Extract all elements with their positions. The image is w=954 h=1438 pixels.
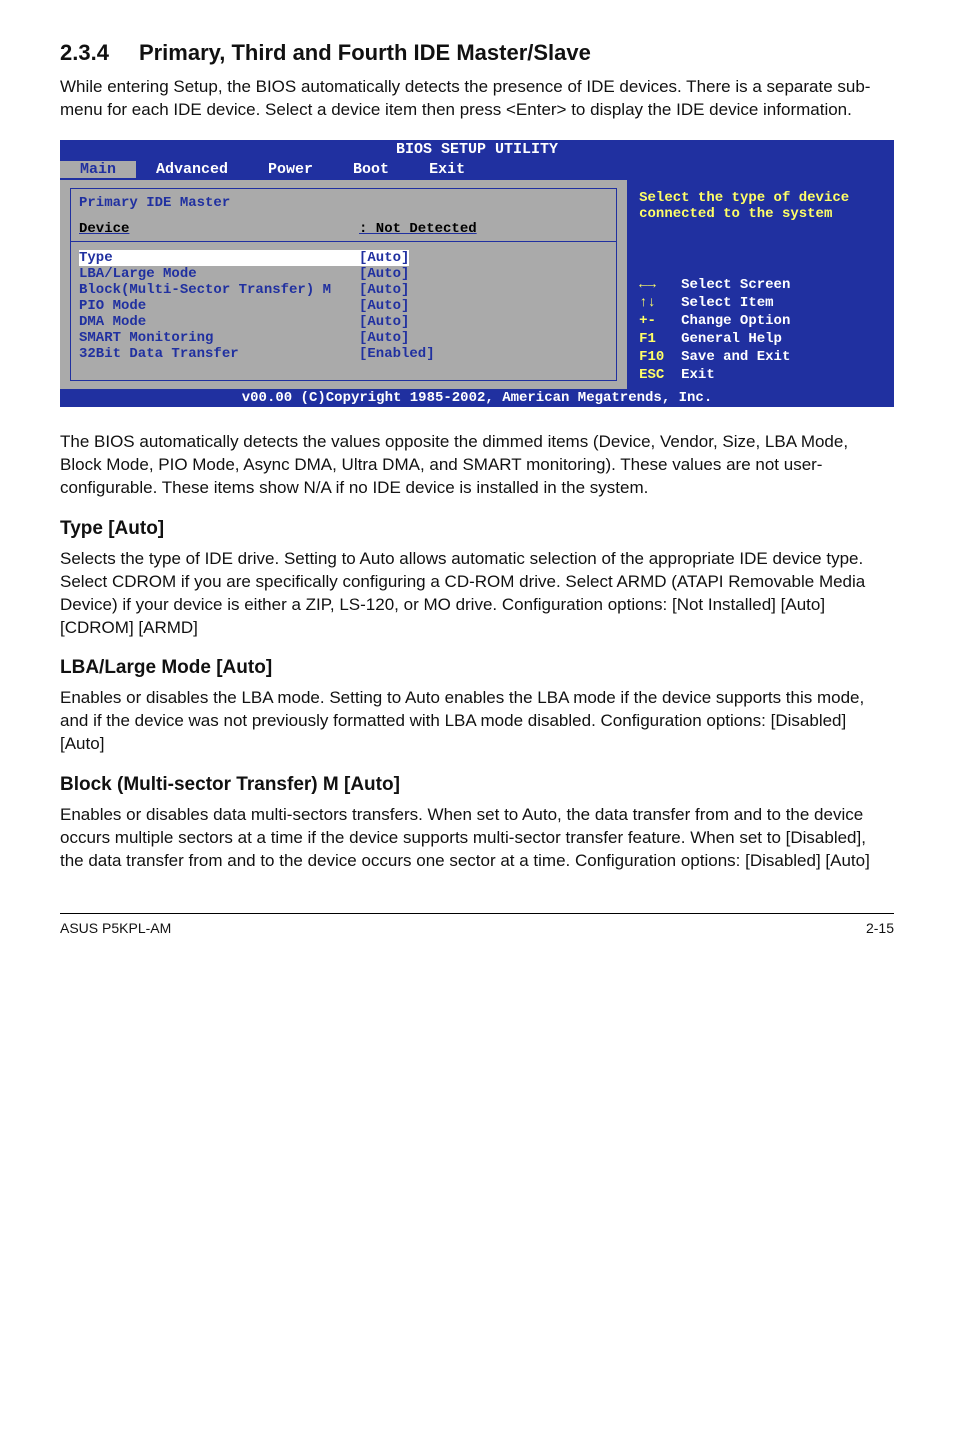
bios-left-panel: Primary IDE Master Device : Not Detected… [60, 180, 627, 389]
bios-option-row[interactable]: SMART Monitoring [Auto] [79, 330, 608, 346]
bios-help-text: Select the type of device connected to t… [637, 184, 884, 228]
bios-screenshot: BIOS SETUP UTILITY Main Advanced Power B… [60, 140, 894, 407]
bios-key-row: F10Save and Exit [639, 349, 882, 365]
bios-option-label: Block(Multi-Sector Transfer) M [79, 282, 359, 298]
bios-option-label: PIO Mode [79, 298, 359, 314]
bios-menu-power[interactable]: Power [248, 161, 333, 178]
bios-menu-exit[interactable]: Exit [409, 161, 485, 178]
subsection-body: Selects the type of IDE drive. Setting t… [60, 548, 894, 640]
bios-option-row[interactable]: Type [Auto] [79, 250, 608, 266]
bios-key: F1 [639, 331, 679, 347]
bios-key-row: ESCExit [639, 367, 882, 383]
bios-option-value: [Auto] [359, 298, 409, 314]
subsection-body: Enables or disables data multi-sectors t… [60, 804, 894, 873]
bios-key: ←→ [639, 277, 679, 293]
after-bios-paragraph: The BIOS automatically detects the value… [60, 431, 894, 500]
bios-key: F10 [639, 349, 679, 365]
bios-body: Primary IDE Master Device : Not Detected… [60, 180, 894, 389]
bios-key-desc: Select Item [681, 295, 882, 311]
bios-device-row: Device : Not Detected [79, 221, 608, 237]
bios-key-row: F1General Help [639, 331, 882, 347]
bios-menu-boot[interactable]: Boot [333, 161, 409, 178]
bios-option-label: DMA Mode [79, 314, 359, 330]
bios-key-help: ←→Select Screen ↑↓Select Item +-Change O… [637, 275, 884, 385]
bios-options-list: Type [Auto] LBA/Large Mode [Auto] Block(… [79, 250, 608, 362]
bios-option-row[interactable]: LBA/Large Mode [Auto] [79, 266, 608, 282]
bios-panel-title: Primary IDE Master [79, 195, 608, 211]
page-footer: ASUS P5KPL-AM 2-15 [60, 914, 894, 936]
footer-product: ASUS P5KPL-AM [60, 920, 171, 936]
bios-inner-box: Primary IDE Master Device : Not Detected… [70, 188, 617, 381]
bios-key-row: +-Change Option [639, 313, 882, 329]
section-intro: While entering Setup, the BIOS automatic… [60, 76, 894, 122]
bios-key-desc: Select Screen [681, 277, 882, 293]
bios-footer: v00.00 (C)Copyright 1985-2002, American … [60, 389, 894, 407]
bios-help-panel: Select the type of device connected to t… [627, 180, 894, 389]
bios-key: ↑↓ [639, 295, 679, 311]
subsection-title: Type [Auto] [60, 518, 894, 540]
bios-menu-main[interactable]: Main [60, 161, 136, 178]
bios-device-label: Device [79, 221, 359, 237]
bios-key-desc: Save and Exit [681, 349, 882, 365]
bios-option-value: [Auto] [359, 282, 409, 298]
bios-option-label: SMART Monitoring [79, 330, 359, 346]
bios-option-value: [Auto] [359, 330, 409, 346]
bios-key-row: ←→Select Screen [639, 277, 882, 293]
bios-option-label: 32Bit Data Transfer [79, 346, 359, 362]
bios-option-label: LBA/Large Mode [79, 266, 359, 282]
bios-key-desc: Exit [681, 367, 882, 383]
bios-option-value: [Auto] [359, 250, 409, 266]
section-number: 2.3.4 [60, 40, 109, 66]
bios-option-row[interactable]: Block(Multi-Sector Transfer) M [Auto] [79, 282, 608, 298]
bios-key-desc: General Help [681, 331, 882, 347]
bios-menu-advanced[interactable]: Advanced [136, 161, 248, 178]
bios-key-desc: Change Option [681, 313, 882, 329]
bios-key: ESC [639, 367, 679, 383]
section-title-text: Primary, Third and Fourth IDE Master/Sla… [139, 40, 591, 65]
bios-option-row[interactable]: DMA Mode [Auto] [79, 314, 608, 330]
footer-page-number: 2-15 [866, 920, 894, 936]
bios-option-label: Type [79, 250, 359, 266]
bios-device-value: : Not Detected [359, 221, 477, 237]
bios-option-value: [Auto] [359, 266, 409, 282]
section-heading: 2.3.4 Primary, Third and Fourth IDE Maste… [60, 40, 894, 66]
bios-option-value: [Enabled] [359, 346, 435, 362]
bios-option-row[interactable]: 32Bit Data Transfer [Enabled] [79, 346, 608, 362]
subsection-body: Enables or disables the LBA mode. Settin… [60, 687, 894, 756]
subsection-title: Block (Multi-sector Transfer) M [Auto] [60, 774, 894, 796]
bios-menu-bar: Main Advanced Power Boot Exit [60, 159, 894, 180]
bios-key: +- [639, 313, 679, 329]
bios-option-value: [Auto] [359, 314, 409, 330]
subsection-title: LBA/Large Mode [Auto] [60, 657, 894, 679]
bios-title: BIOS SETUP UTILITY [60, 140, 894, 159]
bios-option-row[interactable]: PIO Mode [Auto] [79, 298, 608, 314]
bios-key-row: ↑↓Select Item [639, 295, 882, 311]
